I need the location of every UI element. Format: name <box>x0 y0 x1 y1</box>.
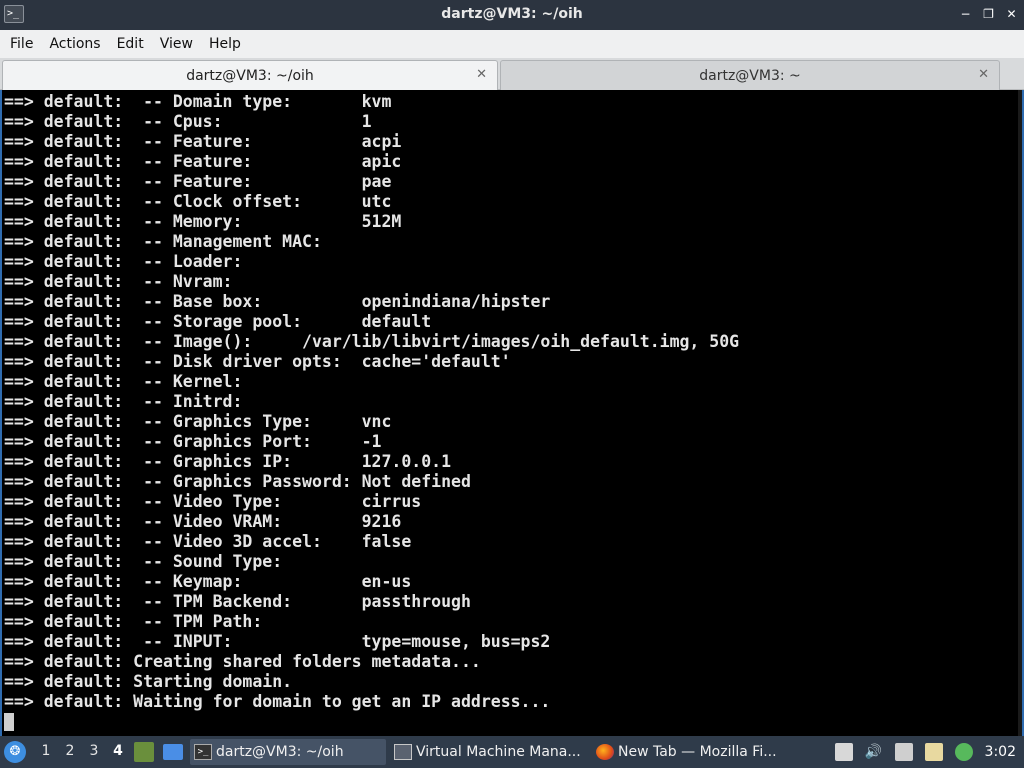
terminal-line: ==> default: -- Kernel: <box>4 372 243 391</box>
task-label: New Tab — Mozilla Fi... <box>618 744 777 760</box>
terminal-line: ==> default: -- Feature: apic <box>4 152 402 171</box>
window-title: dartz@VM3: ~/oih <box>441 6 583 22</box>
menu-edit[interactable]: Edit <box>111 36 150 52</box>
terminal-cursor <box>4 713 14 731</box>
virt-manager-icon <box>394 744 412 760</box>
task-label: Virtual Machine Mana... <box>416 744 581 760</box>
volume-icon[interactable]: 🔊 <box>865 743 883 761</box>
start-menu-icon[interactable]: ❂ <box>4 741 26 763</box>
terminal-line: ==> default: -- Clock offset: utc <box>4 192 392 211</box>
task-terminal[interactable]: >_ dartz@VM3: ~/oih <box>190 739 386 765</box>
taskbar: ❂ 1 2 3 4 >_ dartz@VM3: ~/oih Virtual Ma… <box>0 736 1024 768</box>
menu-actions[interactable]: Actions <box>43 36 106 52</box>
workspace-3[interactable]: 3 <box>82 743 106 759</box>
terminal-line: ==> default: -- Video Type: cirrus <box>4 492 422 511</box>
terminal-line: ==> default: -- Nvram: <box>4 272 233 291</box>
terminal-prompt-line <box>4 712 1004 732</box>
workspace-1[interactable]: 1 <box>34 743 58 759</box>
minimize-button[interactable]: − <box>959 6 972 22</box>
tab-label: dartz@VM3: ~/oih <box>186 67 314 84</box>
terminal-line: ==> default: -- Base box: openindiana/hi… <box>4 292 551 311</box>
terminal-line: ==> default: -- Initrd: <box>4 392 243 411</box>
show-desktop-icon[interactable] <box>163 744 183 760</box>
terminal-line: ==> default: -- Loader: <box>4 252 243 271</box>
task-label: dartz@VM3: ~/oih <box>216 744 344 760</box>
firefox-icon <box>596 744 614 760</box>
expand-tray-icon[interactable] <box>834 743 853 761</box>
terminal-line: ==> default: -- Domain type: kvm <box>4 92 392 111</box>
tab-bar: dartz@VM3: ~/oih ✕ dartz@VM3: ~ ✕ <box>0 58 1024 90</box>
file-manager-icon[interactable] <box>134 742 154 762</box>
terminal-line: ==> default: -- Graphics Type: vnc <box>4 412 392 431</box>
terminal-line: ==> default: -- Feature: acpi <box>4 132 402 151</box>
terminal-line: ==> default: Waiting for domain to get a… <box>4 692 551 711</box>
terminal-line: ==> default: -- Memory: 512M <box>4 212 402 231</box>
tab-label: dartz@VM3: ~ <box>699 67 801 84</box>
tab-close-icon[interactable]: ✕ <box>978 67 989 82</box>
task-firefox[interactable]: New Tab — Mozilla Fi... <box>592 739 792 765</box>
terminal-line: ==> default: -- TPM Path: <box>4 612 263 631</box>
menu-bar: File Actions Edit View Help <box>0 30 1024 58</box>
task-virt-manager[interactable]: Virtual Machine Mana... <box>390 739 590 765</box>
terminal-line: ==> default: -- TPM Backend: passthrough <box>4 592 471 611</box>
tab-home[interactable]: dartz@VM3: ~ ✕ <box>500 60 1000 90</box>
terminal-line: ==> default: -- Storage pool: default <box>4 312 432 331</box>
menu-view[interactable]: View <box>154 36 199 52</box>
workspace-4[interactable]: 4 <box>106 743 130 759</box>
terminal-line: ==> default: -- Cpus: 1 <box>4 112 372 131</box>
terminal-line: ==> default: -- Graphics IP: 127.0.0.1 <box>4 452 452 471</box>
terminal-scrollbar[interactable] <box>1018 90 1022 736</box>
terminal-line: ==> default: -- Disk driver opts: cache=… <box>4 352 511 371</box>
terminal-line: ==> default: -- Keymap: en-us <box>4 572 412 591</box>
terminal-output: ==> default: -- Domain type: kvm ==> defa… <box>4 92 1004 732</box>
tab-oih[interactable]: dartz@VM3: ~/oih ✕ <box>2 60 498 90</box>
workspace-2[interactable]: 2 <box>58 743 82 759</box>
menu-help[interactable]: Help <box>203 36 247 52</box>
terminal-line: ==> default: -- Graphics Password: Not d… <box>4 472 471 491</box>
terminal-line: ==> default: -- Sound Type: <box>4 552 283 571</box>
terminal-line: ==> default: -- Feature: pae <box>4 172 392 191</box>
terminal-line: ==> default: -- INPUT: type=mouse, bus=p… <box>4 632 551 651</box>
terminal-line: ==> default: -- Image(): /var/lib/libvir… <box>4 332 740 351</box>
terminal-line: ==> default: -- Management MAC: <box>4 232 322 251</box>
update-notifier-icon[interactable] <box>954 743 973 761</box>
terminal-line: ==> default: -- Graphics Port: -1 <box>4 432 382 451</box>
close-button[interactable]: ✕ <box>1005 6 1018 22</box>
workspace-switcher: 1 2 3 4 <box>34 743 130 759</box>
terminal-view[interactable]: ==> default: -- Domain type: kvm ==> defa… <box>0 90 1024 736</box>
menu-file[interactable]: File <box>4 36 39 52</box>
system-tray: 🔊 3:02 <box>834 736 1024 768</box>
window-controls: − ❐ ✕ <box>959 6 1018 22</box>
terminal-line: ==> default: -- Video 3D accel: false <box>4 532 412 551</box>
maximize-button[interactable]: ❐ <box>982 6 995 22</box>
network-icon[interactable] <box>894 743 913 761</box>
terminal-line: ==> default: -- Video VRAM: 9216 <box>4 512 402 531</box>
terminal-icon: >_ <box>194 744 212 760</box>
tab-close-icon[interactable]: ✕ <box>476 67 487 82</box>
window-titlebar[interactable]: >_ dartz@VM3: ~/oih − ❐ ✕ <box>0 0 1024 30</box>
terminal-line: ==> default: Starting domain. <box>4 672 293 691</box>
clipboard-icon[interactable] <box>924 743 943 761</box>
clock[interactable]: 3:02 <box>985 744 1016 760</box>
terminal-line: ==> default: Creating shared folders met… <box>4 652 481 671</box>
